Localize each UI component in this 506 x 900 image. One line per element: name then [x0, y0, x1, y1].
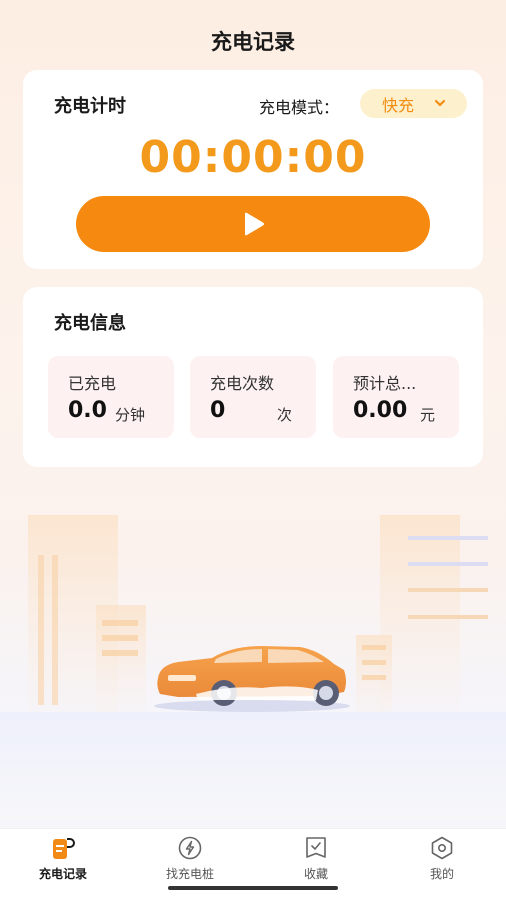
tab-label: 收藏 [303, 867, 328, 881]
stat-label: 预计总... [353, 374, 417, 393]
stat-label: 已充电 [68, 374, 117, 393]
play-icon [245, 212, 264, 236]
tab-find-charger[interactable]: 找充电桩 [140, 835, 240, 882]
charging-timer: 00:00:00 [139, 132, 367, 183]
stat-charged-time: 已充电 0.0 分钟 [48, 356, 174, 438]
stat-estimated-total: 预计总... 0.00 元 [333, 356, 459, 438]
charging-mode-select[interactable]: 快充 [360, 89, 467, 118]
start-charging-button[interactable] [76, 196, 430, 252]
tab-profile[interactable]: 我的 [392, 835, 492, 882]
tab-favorites[interactable]: 收藏 [266, 835, 366, 882]
stat-value: 0.00 [353, 398, 408, 423]
chevron-down-icon [434, 99, 446, 107]
stat-value: 0.0 [68, 398, 107, 423]
stat-charge-count: 充电次数 0 次 [190, 356, 316, 438]
charging-timer-card: 充电计时 充电模式： 快充 00:00:00 [23, 70, 483, 269]
tab-label: 我的 [429, 867, 454, 881]
bookmark-icon [306, 837, 326, 858]
tab-label: 充电记录 [38, 867, 87, 881]
city-car-illustration [0, 515, 506, 820]
charging-info-card: 充电信息 已充电 0.0 分钟 充电次数 0 次 预计总... 0.00 元 [23, 287, 483, 467]
stat-unit: 次 [277, 406, 293, 424]
stat-unit: 分钟 [115, 406, 146, 424]
tab-label: 找充电桩 [165, 867, 214, 881]
timer-card-heading: 充电计时 [54, 96, 126, 117]
page-title: 充电记录 [211, 30, 295, 54]
stat-unit: 元 [420, 406, 436, 424]
charging-record-icon [53, 838, 75, 859]
profile-hexagon-icon [431, 836, 453, 860]
lightning-icon [178, 836, 202, 860]
stat-label: 充电次数 [210, 374, 275, 393]
tab-charging-record[interactable]: 充电记录 [13, 835, 113, 882]
charging-mode-value: 快充 [382, 95, 415, 115]
home-indicator [168, 886, 338, 890]
info-card-heading: 充电信息 [54, 313, 126, 334]
charging-mode-label: 充电模式： [259, 98, 340, 117]
stat-value: 0 [210, 398, 226, 423]
